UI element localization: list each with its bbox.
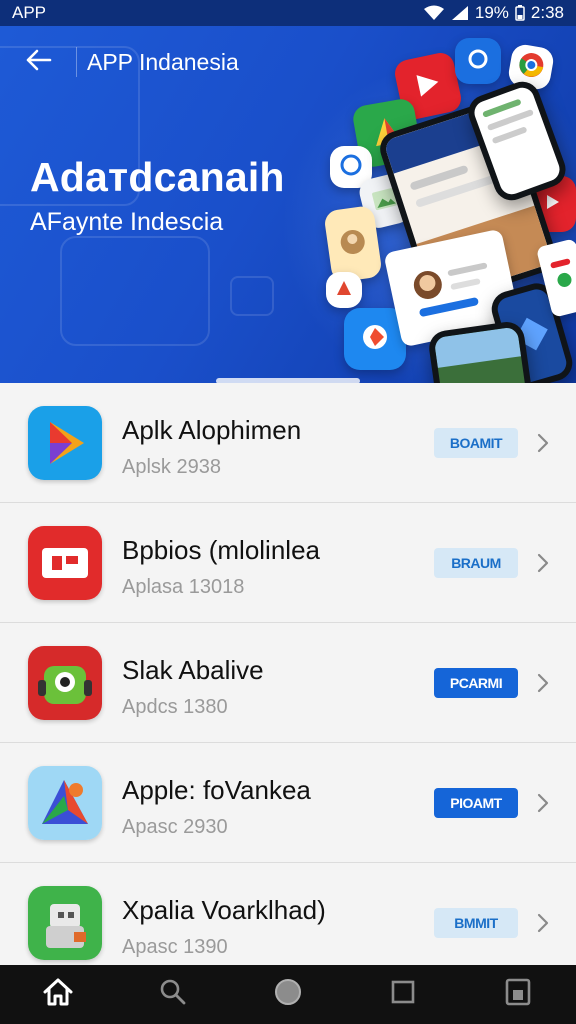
chrome-icon bbox=[516, 49, 547, 84]
collage-tile bbox=[326, 272, 362, 308]
list-item[interactable]: Slak Abalive Apdcs 1380 PCARMI bbox=[0, 623, 576, 743]
play-arrow-icon bbox=[28, 406, 102, 480]
circle-icon bbox=[272, 976, 304, 1013]
app-icon bbox=[28, 646, 102, 720]
avatar-icon bbox=[336, 225, 371, 264]
app-icon bbox=[28, 526, 102, 600]
app-name: Bpbios (mlolinlea bbox=[122, 535, 320, 565]
robot-icon bbox=[28, 886, 102, 960]
app-meta: Apasc 2930 bbox=[122, 816, 228, 838]
chat-icon bbox=[339, 153, 363, 182]
monster-icon bbox=[28, 646, 102, 720]
nav-search[interactable] bbox=[143, 965, 203, 1024]
hero-title: Adaтdcanaih bbox=[30, 154, 285, 200]
app-text: Bpbios (mlolinlea Aplasa 13018 bbox=[122, 535, 320, 599]
app-name: Slak Abalive bbox=[122, 655, 264, 685]
nav-recents[interactable] bbox=[373, 965, 433, 1024]
topbar-divider bbox=[76, 47, 77, 77]
signal-icon bbox=[451, 5, 469, 21]
triangle-logo-icon bbox=[28, 766, 102, 840]
video-icon bbox=[542, 192, 562, 217]
app-text: Apple: foVankea Apasc 2930 bbox=[122, 775, 311, 839]
app-text: Xpalia Voarklhad) Apasc 1390 bbox=[122, 895, 326, 959]
maps-small-icon bbox=[334, 278, 354, 303]
map-thumb-icon bbox=[547, 253, 576, 302]
clock: 2:38 bbox=[530, 3, 564, 22]
search-icon bbox=[158, 977, 188, 1012]
chevron-right-icon[interactable] bbox=[532, 428, 554, 458]
app-meta: Apasc 1390 bbox=[122, 936, 228, 958]
chevron-right-icon[interactable] bbox=[532, 668, 554, 698]
app-action-button[interactable]: BOAMIT bbox=[434, 428, 518, 458]
play-icon bbox=[410, 66, 447, 106]
nav-home[interactable] bbox=[28, 965, 88, 1024]
hero-banner: APP Indanesia Adaтdcanaih AFaynte Indesc… bbox=[0, 26, 576, 383]
app-text: Aplk Alophimen Aplsk 2938 bbox=[122, 415, 301, 479]
bottom-nav bbox=[0, 965, 576, 1024]
hero-decoration bbox=[230, 276, 274, 316]
arrow-left-icon bbox=[24, 48, 52, 77]
presentation-icon bbox=[28, 526, 102, 600]
refresh-icon bbox=[358, 320, 392, 359]
chevron-right-icon[interactable] bbox=[532, 908, 554, 938]
square-icon bbox=[389, 978, 417, 1011]
list-item[interactable]: Apple: foVankea Apasc 2930 PIOAMT bbox=[0, 743, 576, 863]
app-meta: Aplsk 2938 bbox=[122, 456, 221, 478]
list-item[interactable]: Aplk Alophimen Aplsk 2938 BOAMIT bbox=[0, 383, 576, 503]
home-icon bbox=[41, 976, 75, 1013]
screen: APP 19% 2:38 APP Indanesia Adaтdcanaih A… bbox=[0, 0, 576, 1024]
back-button[interactable] bbox=[0, 26, 76, 98]
app-action-button[interactable]: BMMIT bbox=[434, 908, 518, 938]
hero-decoration bbox=[60, 236, 210, 346]
app-icon bbox=[28, 406, 102, 480]
link-icon bbox=[466, 47, 490, 76]
status-app-label: APP bbox=[12, 3, 47, 22]
app-action-button[interactable]: BRAUM bbox=[434, 548, 518, 578]
wifi-icon bbox=[423, 5, 445, 21]
app-meta: Apdcs 1380 bbox=[122, 696, 228, 718]
nav-home-circle[interactable] bbox=[258, 965, 318, 1024]
collage-tile bbox=[455, 38, 501, 84]
chevron-right-icon[interactable] bbox=[532, 548, 554, 578]
app-name: Aplk Alophimen bbox=[122, 415, 302, 445]
app-icon bbox=[28, 766, 102, 840]
list-item[interactable]: Bpbios (mlolinlea Aplasa 13018 BRAUM bbox=[0, 503, 576, 623]
page-title: APP Indanesia bbox=[87, 48, 239, 75]
people-icon bbox=[401, 247, 503, 329]
app-action-button[interactable]: PCARMI bbox=[434, 668, 518, 698]
nav-saved[interactable] bbox=[488, 965, 548, 1024]
collage-tile bbox=[323, 204, 383, 284]
app-list: Aplk Alophimen Aplsk 2938 BOAMIT Bpbios … bbox=[0, 383, 576, 965]
hero-subtitle: AFaynte Indescia bbox=[30, 208, 224, 236]
app-text: Slak Abalive Apdcs 1380 bbox=[122, 655, 264, 719]
app-name: Xpalia Voarklhad) bbox=[122, 895, 326, 925]
status-bar: APP 19% 2:38 bbox=[0, 0, 576, 26]
battery-percent: 19% bbox=[474, 3, 509, 22]
list-item[interactable]: Xpalia Voarklhad) Apasc 1390 BMMIT bbox=[0, 863, 576, 965]
chevron-right-icon[interactable] bbox=[532, 788, 554, 818]
app-name: Apple: foVankea bbox=[122, 775, 311, 805]
status-icons: 19% 2:38 bbox=[423, 3, 564, 23]
app-action-button[interactable]: PIOAMT bbox=[434, 788, 518, 818]
saved-icon bbox=[503, 976, 533, 1013]
battery-icon bbox=[515, 5, 525, 21]
app-icon bbox=[28, 886, 102, 960]
app-meta: Aplasa 13018 bbox=[122, 576, 245, 598]
phone-screen bbox=[433, 326, 527, 383]
